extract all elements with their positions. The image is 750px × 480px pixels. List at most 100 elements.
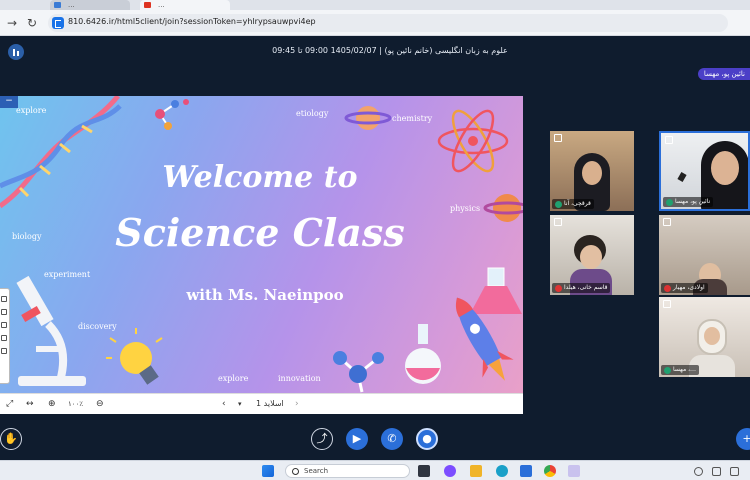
site-info-icon[interactable] xyxy=(52,17,64,29)
os-taskbar: Search xyxy=(0,460,750,480)
app-header: علوم به زبان انگلیسی (خانم نائین پو) | 1… xyxy=(0,36,750,68)
slide-select-chevron-icon[interactable]: ▾ xyxy=(238,398,242,410)
forward-icon[interactable]: → xyxy=(4,15,20,31)
leave-audio-button[interactable]: ✆ xyxy=(381,428,403,450)
share-screen-button[interactable]: ⤴ xyxy=(311,428,333,450)
browser-tab[interactable]: ... xyxy=(50,0,130,10)
planet-illustration xyxy=(344,106,392,130)
tab-favicon xyxy=(54,2,61,8)
slide-word: physics xyxy=(450,204,481,213)
slide-subtitle: with Ms. Naeinpoo xyxy=(186,286,344,304)
fit-width-icon[interactable]: ↔ xyxy=(26,398,34,410)
network-icon[interactable] xyxy=(712,467,721,476)
app-logo-icon[interactable] xyxy=(8,44,24,60)
raise-hand-button[interactable]: ✋ xyxy=(0,428,22,450)
microphone-button[interactable]: ● xyxy=(416,428,438,450)
chrome-icon[interactable] xyxy=(544,465,556,477)
task-view-icon[interactable] xyxy=(418,465,430,477)
participant-face xyxy=(704,327,720,345)
copilot-icon[interactable] xyxy=(444,465,456,477)
molecule-bottom-illustration xyxy=(333,351,384,393)
participant-face xyxy=(582,161,602,185)
slide-word: experiment xyxy=(44,270,91,279)
tab-favicon xyxy=(144,2,151,8)
molecule-illustration xyxy=(155,99,189,130)
slide-word: biology xyxy=(12,232,42,241)
tab-title: ... xyxy=(158,1,165,9)
microscope-illustration xyxy=(16,275,86,386)
slide-word: chemistry xyxy=(392,114,433,123)
slide-word: explore xyxy=(16,106,47,115)
expand-tile-icon[interactable] xyxy=(663,218,671,226)
expand-tile-icon[interactable] xyxy=(554,218,562,226)
previous-slide-icon[interactable]: ‹ xyxy=(222,398,226,410)
next-slide-icon[interactable]: › xyxy=(295,398,299,410)
mic-on-icon xyxy=(664,367,671,374)
fullscreen-icon[interactable]: ⤢ xyxy=(6,398,13,410)
zoom-in-icon[interactable]: ⊕ xyxy=(48,398,56,410)
browser-address-bar: → ↻ 810.6426.ir/html5client/join?session… xyxy=(0,10,750,36)
slide-word: innovation xyxy=(278,374,321,383)
camera-button[interactable]: ▶ xyxy=(346,428,368,450)
participant-face xyxy=(711,151,739,185)
video-tile[interactable]: قرقچی، آنا xyxy=(550,131,634,211)
participant-face xyxy=(580,245,602,269)
zoom-level: ۱۰۰٪ xyxy=(68,400,84,408)
user-badge[interactable]: نائین پو، مهسا xyxy=(697,68,750,80)
mic-muted-icon xyxy=(555,285,562,292)
volume-icon[interactable] xyxy=(730,467,739,476)
url-field[interactable]: 810.6426.ir/html5client/join?sessionToke… xyxy=(48,14,728,32)
video-tile[interactable]: قاسم خانی، هیلدا xyxy=(550,215,634,295)
slide-title-line1: Welcome to xyxy=(162,160,358,195)
video-tile[interactable]: …، مهسا xyxy=(659,297,750,377)
video-tile-active-speaker[interactable]: نائین پو، مهسا xyxy=(659,131,750,211)
taskbar-search[interactable]: Search xyxy=(285,464,410,478)
mic-on-icon xyxy=(555,201,562,208)
presentation-area: explore etiology chemistry physics biolo… xyxy=(0,96,523,414)
text-tool-icon[interactable] xyxy=(1,322,7,328)
expand-tile-icon[interactable] xyxy=(554,134,562,142)
actions-plus-button[interactable]: + xyxy=(736,428,750,450)
shape-tool-icon[interactable] xyxy=(1,335,7,341)
round-flask-illustration xyxy=(405,324,441,384)
participant-name: نائین پو، مهسا xyxy=(663,197,714,207)
store-icon[interactable] xyxy=(520,465,532,477)
mic-on-icon xyxy=(666,199,673,206)
participant-name: اولادی، مهیار xyxy=(661,283,708,293)
slide: explore etiology chemistry physics biolo… xyxy=(0,96,523,393)
url-text: 810.6426.ir/html5client/join?sessionToke… xyxy=(68,17,316,26)
slide-selector[interactable]: اسلاید 1 xyxy=(256,398,284,410)
pointer-tool-icon[interactable] xyxy=(1,296,7,302)
edge-icon[interactable] xyxy=(496,465,508,477)
browser-tab-active[interactable]: ... xyxy=(140,0,230,10)
reload-icon[interactable]: ↻ xyxy=(24,15,40,31)
pen-tool-icon[interactable] xyxy=(1,309,7,315)
minimize-presentation-button[interactable]: − xyxy=(0,96,18,108)
participant-name: …، مهسا xyxy=(661,365,700,375)
tab-title: ... xyxy=(68,1,75,9)
slide-word: etiology xyxy=(296,109,329,118)
meeting-controls: ✋ ⤴ ▶ ✆ ● + xyxy=(0,414,750,460)
slide-word: discovery xyxy=(78,322,117,331)
slide-word: explore xyxy=(218,374,249,383)
more-tools-icon[interactable] xyxy=(1,348,7,354)
file-explorer-icon[interactable] xyxy=(470,465,482,477)
flask-illustration xyxy=(470,267,522,314)
expand-tile-icon[interactable] xyxy=(663,300,671,308)
atom-illustration xyxy=(437,109,509,173)
participant-name: قرقچی، آنا xyxy=(552,199,594,209)
expand-tile-icon[interactable] xyxy=(665,136,673,144)
slide-title-line2: Science Class xyxy=(115,210,405,255)
video-tile[interactable]: اولادی، مهیار xyxy=(659,215,750,295)
planet-right-illustration xyxy=(483,194,523,222)
annotation-toolbar xyxy=(0,288,10,384)
system-tray-icon[interactable] xyxy=(694,467,703,476)
mic-muted-icon xyxy=(664,285,671,292)
start-menu-icon[interactable] xyxy=(262,465,274,477)
zoom-out-icon[interactable]: ⊖ xyxy=(96,398,104,410)
session-title: علوم به زبان انگلیسی (خانم نائین پو) | 1… xyxy=(272,46,508,55)
screen: ... ... → ↻ 810.6426.ir/html5client/join… xyxy=(0,0,750,480)
presentation-toolbar: ⤢ ↔ ⊕ ۱۰۰٪ ⊖ ‹ ▾ اسلاید 1 › xyxy=(0,393,523,414)
browser-tab-strip: ... ... xyxy=(0,0,750,10)
app-icon[interactable] xyxy=(568,465,580,477)
